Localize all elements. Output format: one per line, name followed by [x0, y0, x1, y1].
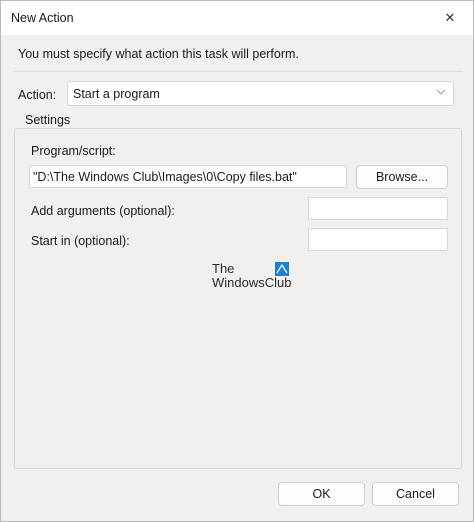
close-icon: ✕ [444, 10, 456, 25]
close-button[interactable]: ✕ [427, 1, 473, 35]
add-arguments-input[interactable] [308, 197, 448, 220]
start-in-input[interactable] [308, 228, 448, 251]
instruction-text: You must specify what action this task w… [18, 47, 299, 61]
settings-legend: Settings [23, 113, 73, 127]
action-value: Start a program [73, 86, 160, 101]
cancel-button[interactable]: Cancel [372, 482, 459, 506]
watermark-line2: WindowsClub [212, 275, 292, 290]
window-title: New Action [11, 11, 74, 25]
chevron-down-icon [436, 89, 446, 95]
program-script-input[interactable]: "D:\The Windows Club\Images\0\Copy files… [29, 165, 347, 188]
browse-button[interactable]: Browse... [356, 165, 448, 189]
action-dropdown[interactable]: Start a program [67, 81, 454, 106]
action-label: Action: [18, 88, 57, 102]
title-bar: New Action ✕ [1, 1, 473, 35]
start-in-label: Start in (optional): [31, 234, 130, 248]
ok-button[interactable]: OK [278, 482, 365, 506]
new-action-dialog: New Action ✕ You must specify what actio… [0, 0, 474, 522]
add-arguments-label: Add arguments (optional): [31, 204, 175, 218]
divider [13, 71, 463, 72]
windows-logo-icon [275, 262, 289, 276]
program-script-label: Program/script: [31, 144, 116, 158]
